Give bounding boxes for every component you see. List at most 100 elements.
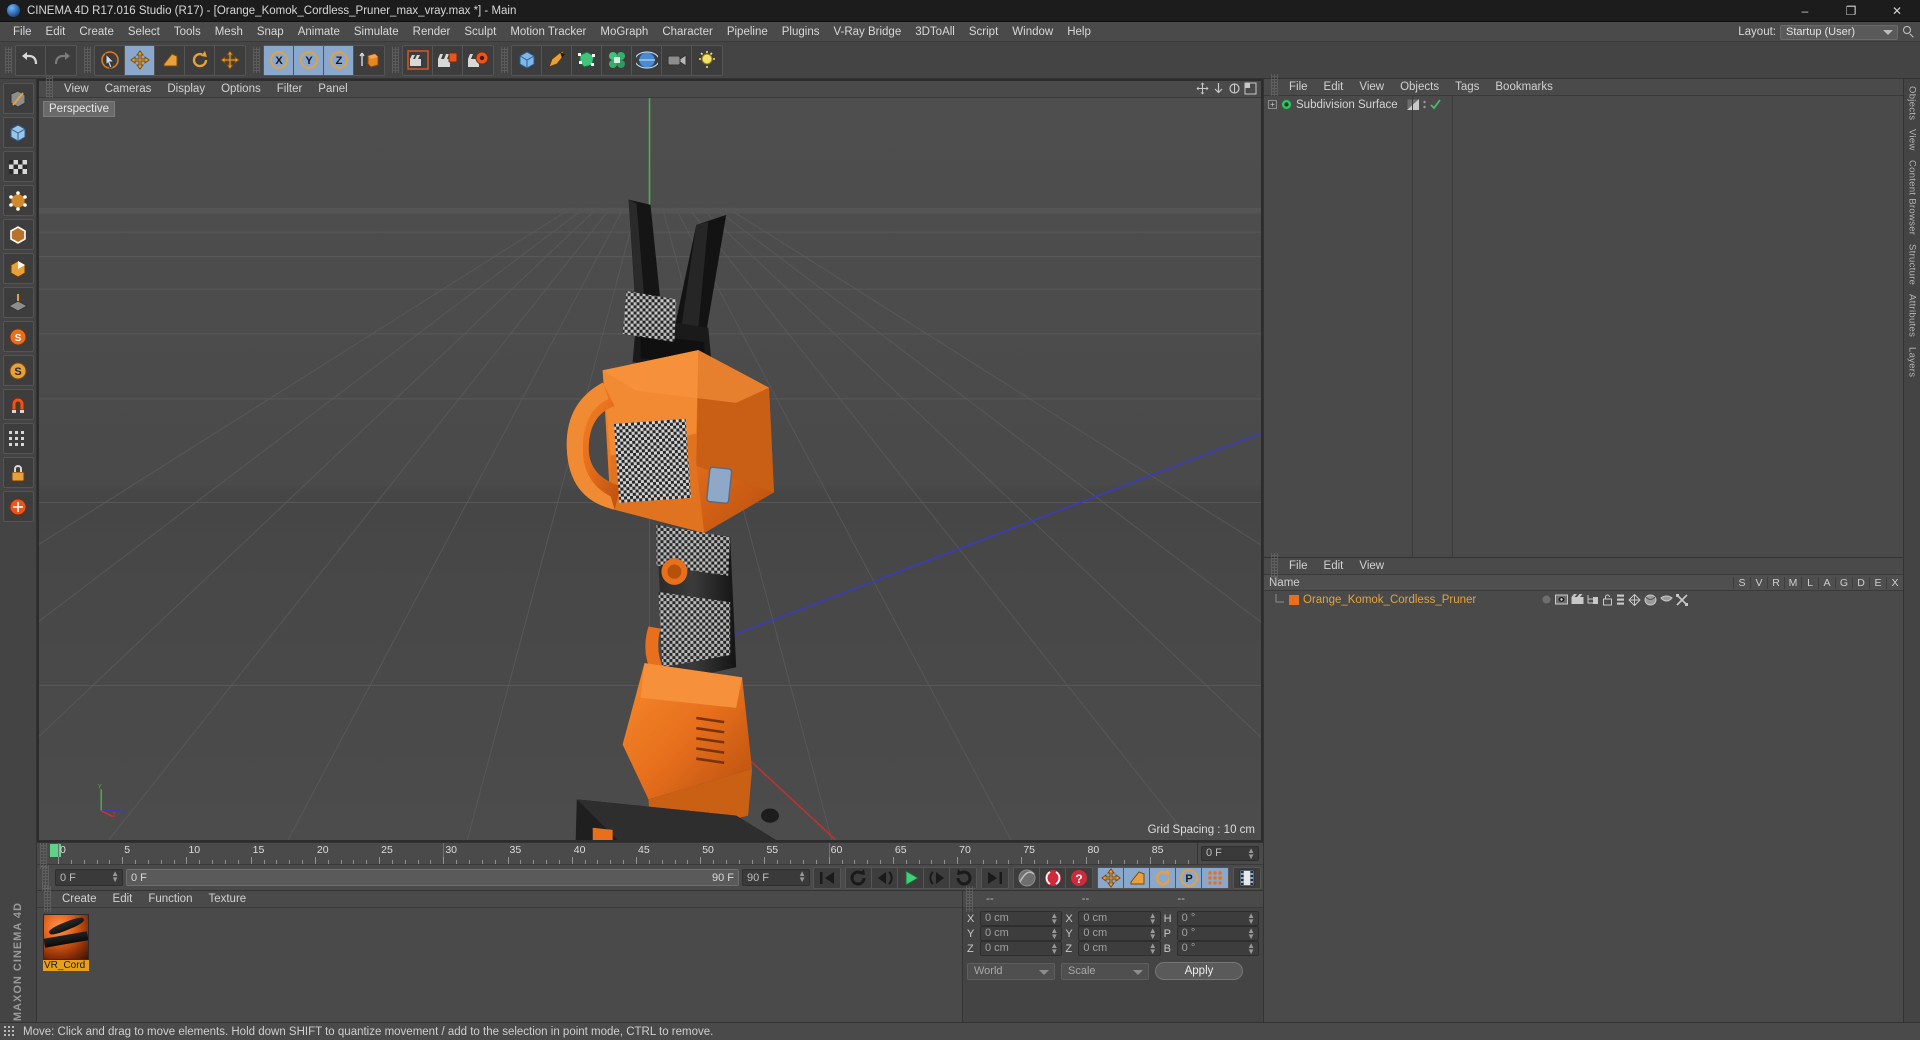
- generator-icon[interactable]: [1628, 593, 1641, 606]
- play-forwards-button[interactable]: [898, 867, 924, 888]
- attribute-menu-grip[interactable]: [1271, 553, 1278, 579]
- coord-field-position-x[interactable]: 0 cm ▲ ▼: [980, 911, 1063, 926]
- column-header-r[interactable]: R: [1767, 576, 1784, 589]
- add-spline-button[interactable]: [542, 45, 572, 75]
- scale-tool-button[interactable]: [155, 45, 185, 75]
- menu-item-snap[interactable]: Snap: [250, 22, 291, 42]
- object-menu-bookmarks[interactable]: Bookmarks: [1487, 79, 1561, 96]
- maximize-viewport-icon[interactable]: [1244, 82, 1257, 95]
- polygons-mode-button[interactable]: [2, 253, 34, 284]
- menu-item-window[interactable]: Window: [1005, 22, 1060, 42]
- material-menu-texture[interactable]: Texture: [200, 891, 254, 908]
- coord-field-size-z[interactable]: 0 cm ▲ ▼: [1078, 941, 1161, 956]
- menu-item-mesh[interactable]: Mesh: [208, 22, 250, 42]
- menu-item-tools[interactable]: Tools: [167, 22, 208, 42]
- add-generator-button[interactable]: [572, 45, 602, 75]
- viewport-menu-panel[interactable]: Panel: [310, 81, 355, 98]
- material-item-vr-cord[interactable]: VR_Cord: [43, 914, 89, 971]
- object-menu-objects[interactable]: Objects: [1392, 79, 1447, 96]
- layers-bars-icon[interactable]: [1616, 594, 1625, 606]
- search-icon[interactable]: [1902, 25, 1916, 39]
- object-tree[interactable]: + Subdivision Surface: [1264, 96, 1903, 557]
- viewport-menu-filter[interactable]: Filter: [269, 81, 311, 98]
- menu-item-motion-tracker[interactable]: Motion Tracker: [503, 22, 593, 42]
- add-array-button[interactable]: [602, 45, 632, 75]
- deformer-icon[interactable]: [1644, 594, 1657, 606]
- add-light-button[interactable]: [692, 46, 722, 75]
- material-list[interactable]: VR_Cord: [37, 908, 962, 1022]
- workplane-lock-button[interactable]: [2, 491, 34, 522]
- record-active-objects-button[interactable]: [1040, 867, 1066, 888]
- hierarchy-icon[interactable]: [1587, 594, 1599, 605]
- enable-snap-button[interactable]: [2, 389, 34, 420]
- column-header-d[interactable]: D: [1852, 576, 1869, 589]
- menu-item-3dtoall[interactable]: 3DToAll: [908, 22, 962, 42]
- render-to-picture-viewer-button[interactable]: [433, 45, 463, 75]
- column-header-m[interactable]: M: [1784, 576, 1801, 589]
- zoom-view-icon[interactable]: [1212, 82, 1225, 95]
- table-row[interactable]: Orange_Komok_Cordless_Pruner: [1264, 591, 1903, 608]
- attribute-menu-view[interactable]: View: [1351, 558, 1392, 575]
- coordinates-grip[interactable]: [966, 886, 973, 912]
- spinner-icon[interactable]: ▲ ▼: [1050, 942, 1058, 956]
- right-tab-view[interactable]: View: [1907, 125, 1918, 155]
- menu-item-file[interactable]: File: [6, 22, 39, 42]
- record-rotation-button[interactable]: [1150, 867, 1176, 888]
- dot-icon[interactable]: [1541, 594, 1552, 605]
- timeline-ruler[interactable]: 051015202530354045505560657075808590: [50, 843, 1197, 864]
- render-clapper-icon[interactable]: [1571, 593, 1584, 605]
- timeline-button[interactable]: [1234, 868, 1260, 888]
- viewport-menu-options[interactable]: Options: [213, 81, 269, 98]
- workplane-button[interactable]: [2, 287, 34, 318]
- expand-icon[interactable]: +: [1268, 100, 1277, 109]
- cap-icon[interactable]: [1660, 594, 1673, 604]
- menu-item-help[interactable]: Help: [1060, 22, 1098, 42]
- material-menu-edit[interactable]: Edit: [105, 891, 141, 908]
- toolbar-grip[interactable]: [501, 47, 508, 73]
- frame-range-scrubber[interactable]: 0 F 90 F: [126, 869, 739, 886]
- spinner-icon[interactable]: ▲ ▼: [1247, 847, 1255, 861]
- coord-field-size-x[interactable]: 0 cm ▲ ▼: [1078, 911, 1161, 926]
- add-camera-button[interactable]: [662, 45, 692, 75]
- menu-item-character[interactable]: Character: [655, 22, 720, 42]
- model-mode-button[interactable]: [2, 117, 34, 148]
- enable-axis-button[interactable]: S: [2, 355, 34, 386]
- lock-x-axis-button[interactable]: X: [264, 45, 294, 75]
- maximize-button[interactable]: ❐: [1828, 0, 1874, 22]
- menu-item-pipeline[interactable]: Pipeline: [720, 22, 775, 42]
- move-tool-button[interactable]: [125, 45, 155, 75]
- menu-item-animate[interactable]: Animate: [291, 22, 347, 42]
- coord-field-size-y[interactable]: 0 cm ▲ ▼: [1078, 926, 1161, 941]
- record-scale-button[interactable]: [1124, 867, 1150, 888]
- layout-dropdown[interactable]: Startup (User): [1780, 24, 1898, 40]
- viewport-menu-display[interactable]: Display: [159, 81, 213, 98]
- edges-mode-button[interactable]: [2, 219, 34, 250]
- attribute-table[interactable]: Name S V R M L A G D E X Orange_Komok_Cordless_Pru…: [1264, 575, 1903, 1022]
- perspective-viewport[interactable]: Perspective Grid Spacing: 10 cm Y X Z: [39, 98, 1261, 840]
- go-to-start-button[interactable]: [814, 868, 840, 888]
- attribute-menu-edit[interactable]: Edit: [1316, 558, 1352, 575]
- tag-dots-icon[interactable]: [1422, 99, 1427, 110]
- play-backwards-loop-button[interactable]: [846, 867, 872, 888]
- menu-item-render[interactable]: Render: [406, 22, 458, 42]
- toolbar-grip[interactable]: [392, 47, 399, 73]
- toolbar-grip[interactable]: [84, 47, 91, 73]
- menu-item-select[interactable]: Select: [121, 22, 167, 42]
- record-position-button[interactable]: [1098, 867, 1124, 888]
- column-header-a[interactable]: A: [1818, 576, 1835, 589]
- render-view-button[interactable]: [403, 45, 433, 75]
- previous-frame-button[interactable]: [872, 867, 898, 888]
- next-frame-button[interactable]: [924, 867, 950, 888]
- object-menu-view[interactable]: View: [1351, 79, 1392, 96]
- viewport-solo-button[interactable]: S: [2, 321, 34, 352]
- spinner-icon[interactable]: ▲ ▼: [1149, 942, 1157, 956]
- rotate-view-icon[interactable]: [1228, 82, 1241, 95]
- object-menu-file[interactable]: File: [1281, 79, 1316, 96]
- toolbar-grip[interactable]: [5, 47, 12, 73]
- spinner-icon[interactable]: ▲ ▼: [798, 870, 806, 884]
- column-header-name[interactable]: Name: [1264, 577, 1733, 589]
- right-tab-content-browser[interactable]: Content Browser: [1907, 156, 1918, 239]
- column-header-x[interactable]: X: [1886, 576, 1903, 589]
- menu-item-v-ray-bridge[interactable]: V-Ray Bridge: [826, 22, 908, 42]
- column-header-e[interactable]: E: [1869, 576, 1886, 589]
